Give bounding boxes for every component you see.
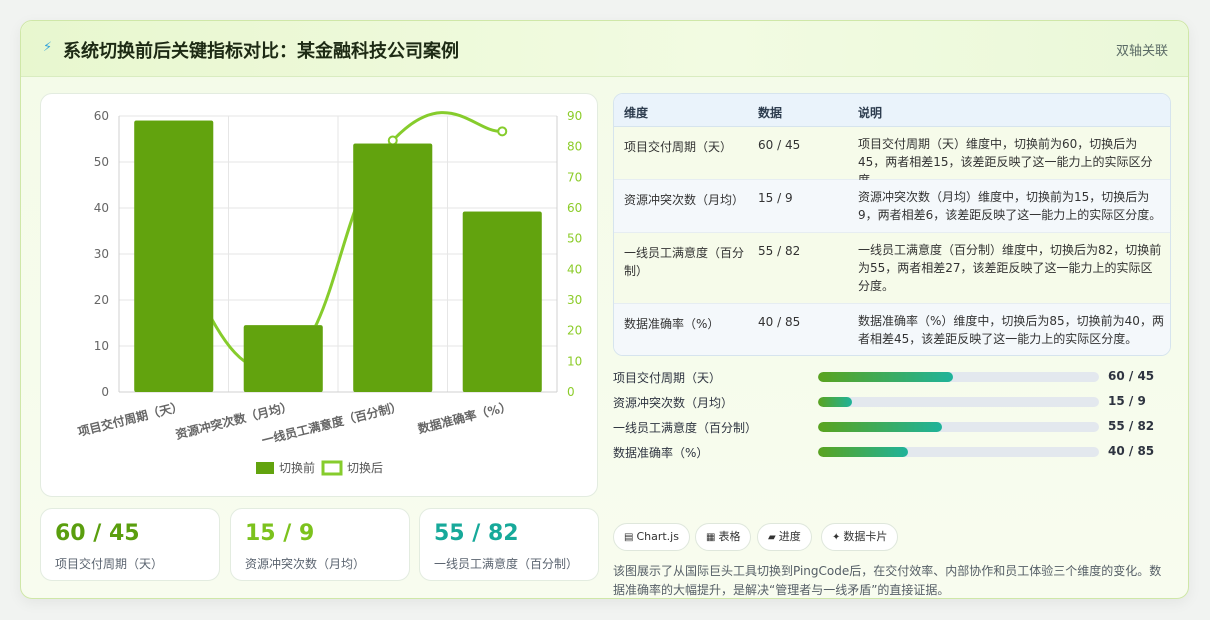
bar-before-overlay	[462, 211, 542, 392]
progress-fill	[818, 422, 942, 432]
y-right-tick-label: 20	[567, 324, 582, 338]
page-title: 系统切换前后关键指标对比：某金融科技公司案例	[63, 41, 459, 62]
bar-before-overlay	[134, 120, 214, 392]
progress-row: 数据准确率（%） 40 / 85	[613, 442, 1173, 462]
y-right-tick-label: 10	[567, 354, 582, 368]
chip-label: Chart.js	[636, 530, 679, 543]
row-data: 55 / 82	[758, 244, 801, 258]
progress-track	[818, 372, 1099, 382]
kpi-label: 一线员工满意度（百分制）	[434, 557, 579, 571]
row-dimension: 项目交付周期（天）	[624, 140, 733, 154]
chip-table[interactable]: ▦ 表格	[695, 523, 752, 551]
combo-chart: 0 10 20 30 40 50 60 0 10 20 30 40 50 60 70 80 90 项目交付周期（天…	[76, 109, 582, 476]
bar-before-overlay	[243, 325, 323, 392]
point-after	[497, 126, 508, 137]
table-header-dimension: 维度	[624, 106, 649, 120]
y-right-tick-label: 40	[567, 262, 582, 276]
y-right-tick-label: 50	[567, 232, 582, 246]
card-icon: ✦	[832, 532, 841, 543]
table-row: 数据准确率（%） 40 / 85 数据准确率（%）维度中，切换后为85，切换前为…	[614, 304, 1170, 355]
card-header: ⚡ 系统切换前后关键指标对比：某金融科技公司案例 双轴关联	[21, 21, 1188, 77]
y-left-tick-label: 40	[94, 201, 109, 215]
progress-label: 数据准确率（%）	[613, 446, 709, 460]
lightning-icon: ⚡	[43, 40, 53, 55]
y-right-tick-label: 60	[567, 201, 582, 215]
table-header-description: 说明	[858, 106, 883, 120]
chip-label: 数据卡片	[843, 530, 888, 543]
row-data: 15 / 9	[758, 191, 793, 205]
kpi-value: 60 / 45	[55, 521, 140, 546]
row-data: 60 / 45	[758, 138, 801, 152]
y-left-tick-label: 10	[94, 339, 109, 353]
progress-fill	[818, 372, 953, 382]
y-right-tick-label: 70	[567, 170, 582, 184]
progress-row: 资源冲突次数（月均） 15 / 9	[613, 392, 1173, 412]
progress-value: 55 / 82	[1108, 419, 1155, 433]
point-after	[387, 135, 398, 146]
progress-fill	[818, 397, 852, 407]
progress-label: 资源冲突次数（月均）	[613, 396, 734, 410]
y-right-tick-label: 30	[567, 293, 582, 307]
chip-chart[interactable]: ▤ Chart.js	[613, 523, 690, 551]
progress-row: 项目交付周期（天） 60 / 45	[613, 367, 1173, 387]
kpi-card: 60 / 45 项目交付周期（天）	[40, 508, 220, 581]
kpi-value: 15 / 9	[245, 521, 315, 546]
table-row: 一线员工满意度（百分制） 55 / 82 一线员工满意度（百分制）维度中，切换后…	[614, 233, 1170, 304]
chart-panel: 0 10 20 30 40 50 60 0 10 20 30 40 50 60 70 80 90 项目交付周期（天…	[40, 93, 598, 497]
row-data: 40 / 85	[758, 315, 801, 329]
y-left-tick-label: 0	[101, 385, 109, 399]
kpi-value: 55 / 82	[434, 521, 519, 546]
data-table: 维度 数据 说明 项目交付周期（天） 60 / 45 项目交付周期（天）维度中，…	[613, 93, 1171, 356]
main-card: ⚡ 系统切换前后关键指标对比：某金融科技公司案例 双轴关联 0 10 20 30 40 5…	[20, 20, 1189, 599]
row-dimension: 数据准确率（%）	[624, 317, 720, 331]
y-right-tick-label: 90	[567, 109, 582, 123]
progress-track	[818, 422, 1099, 432]
chart-icon: ▤	[624, 532, 634, 543]
y-left-tick-label: 30	[94, 247, 109, 261]
progress-value: 15 / 9	[1108, 394, 1146, 408]
y-right-tick-label: 80	[567, 140, 582, 154]
y-left-tick-label: 60	[94, 109, 109, 123]
dual-axis-badge[interactable]: 双轴关联	[1116, 40, 1168, 59]
kpi-label: 资源冲突次数（月均）	[245, 557, 366, 571]
kpi-card: 55 / 82 一线员工满意度（百分制）	[419, 508, 599, 581]
chart-description: 该图展示了从国际巨头工具切换到PingCode后，在交付效率、内部协作和员工体验…	[613, 564, 1162, 597]
table-header-data: 数据	[758, 106, 783, 120]
row-description: 数据准确率（%）维度中，切换后为85，切换前为40，两者相差45，该差距反映了这…	[858, 314, 1164, 346]
progress-label: 项目交付周期（天）	[613, 371, 722, 385]
bar-before-overlay	[353, 143, 433, 392]
chip-card[interactable]: ✦ 数据卡片	[821, 523, 899, 551]
kpi-card: 15 / 9 资源冲突次数（月均）	[230, 508, 410, 581]
progress-fill	[818, 447, 908, 457]
table-row: 资源冲突次数（月均） 15 / 9 资源冲突次数（月均）维度中，切换前为15，切…	[614, 180, 1170, 233]
chip-label: 进度	[778, 530, 801, 543]
progress-track	[818, 447, 1099, 457]
table-icon: ▦	[706, 532, 716, 543]
chip-label: 表格	[718, 530, 741, 543]
chip-progress[interactable]: ▰ 进度	[757, 523, 812, 551]
row-dimension: 一线员工满意度（百分制）	[624, 246, 745, 278]
kpi-label: 项目交付周期（天）	[55, 557, 164, 571]
row-dimension: 资源冲突次数（月均）	[624, 193, 745, 207]
y-left-tick-label: 20	[94, 293, 109, 307]
x-tick-label: 数据准确率（%）	[416, 398, 513, 436]
y-right-tick-label: 0	[567, 385, 575, 399]
table-row: 项目交付周期（天） 60 / 45 项目交付周期（天）维度中，切换前为60，切换…	[614, 127, 1170, 187]
progress-track	[818, 397, 1099, 407]
legend-label-after: 切换后	[347, 461, 383, 475]
progress-value: 60 / 45	[1108, 369, 1155, 383]
table-header: 维度 数据 说明	[614, 94, 1170, 127]
progress-row: 一线员工满意度（百分制） 55 / 82	[613, 417, 1173, 437]
legend-label-before: 切换前	[279, 460, 315, 475]
row-description: 资源冲突次数（月均）维度中，切换前为15，切换后为9，两者相差6，该差距反映了这…	[858, 190, 1162, 222]
y-left-tick-label: 50	[94, 155, 109, 169]
x-tick-label: 项目交付周期（天）	[76, 398, 184, 439]
progress-icon: ▰	[768, 532, 776, 543]
progress-value: 40 / 85	[1108, 444, 1155, 458]
row-description: 一线员工满意度（百分制）维度中，切换后为82，切换前为55，两者相差27，该差距…	[858, 243, 1162, 293]
progress-label: 一线员工满意度（百分制）	[613, 421, 758, 435]
legend-swatch-before	[256, 462, 274, 474]
legend-swatch-after	[321, 460, 343, 476]
